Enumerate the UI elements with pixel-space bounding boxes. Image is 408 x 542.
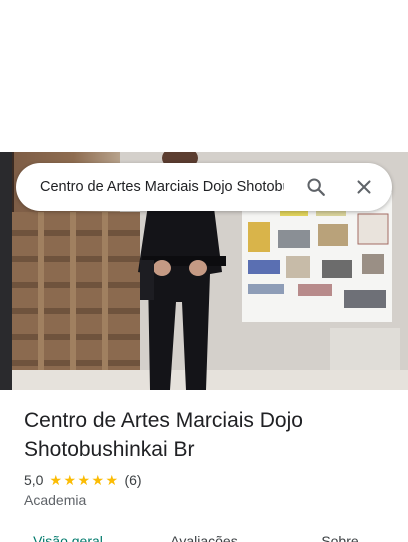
tab-overview[interactable]: Visão geral: [0, 528, 136, 542]
star-icon: ★: [91, 472, 105, 488]
close-icon: [357, 180, 371, 194]
star-icon: ★: [77, 472, 91, 488]
star-icon: ★: [63, 472, 77, 488]
review-count[interactable]: (6): [124, 472, 141, 488]
search-button[interactable]: [292, 163, 340, 211]
place-category[interactable]: Academia: [24, 492, 86, 508]
place-tabs: Visão geral Avaliações Sobre: [0, 528, 408, 542]
star-rating: ★ ★ ★ ★ ★: [49, 473, 119, 487]
search-bar: [16, 163, 392, 211]
rating-row[interactable]: 5,0 ★ ★ ★ ★ ★ (6): [24, 471, 142, 489]
search-icon: [307, 178, 325, 196]
tab-reviews[interactable]: Avaliações: [136, 528, 272, 542]
star-icon: ★: [105, 472, 119, 488]
search-input[interactable]: [16, 163, 292, 211]
tab-about[interactable]: Sobre: [272, 528, 408, 542]
clear-search-button[interactable]: [340, 163, 388, 211]
place-title: Centro de Artes Marciais Dojo Shotobushi…: [24, 409, 303, 461]
star-icon: ★: [49, 472, 63, 488]
rating-value: 5,0: [24, 472, 44, 488]
map-place-panel: Centro de Artes Marciais Dojo Shotobushi…: [0, 0, 408, 542]
